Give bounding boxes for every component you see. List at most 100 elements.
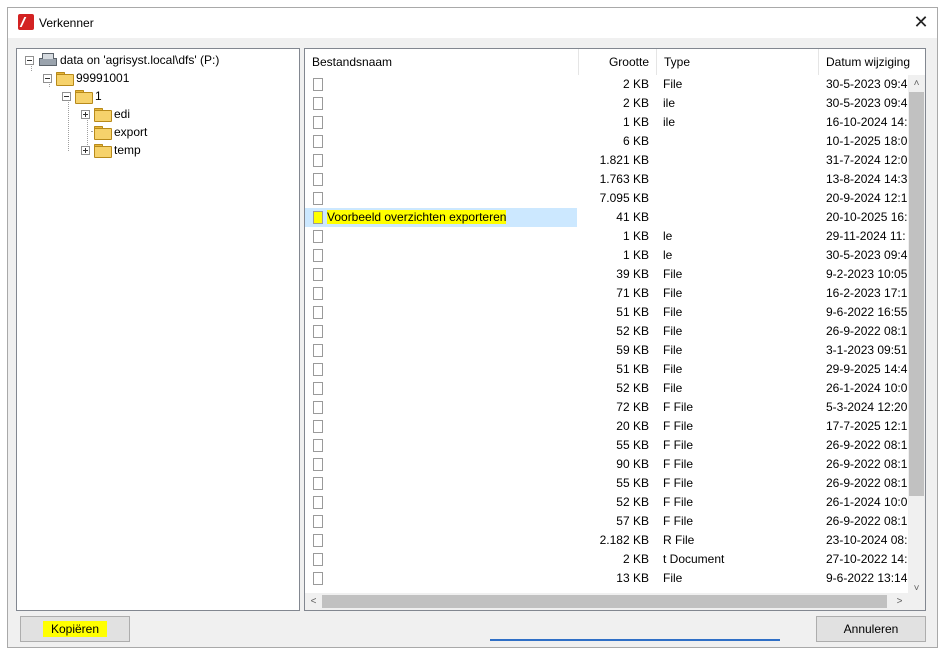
file-row[interactable]: 6 KB 10-1-2025 18:0 [305, 132, 925, 151]
file-type: le [663, 248, 673, 262]
file-name-cell [305, 455, 577, 474]
close-icon[interactable]: ✕ [913, 13, 929, 31]
file-row[interactable]: 13 KB File 9-6-2022 13:14 [305, 569, 925, 588]
file-row[interactable]: 2.182 KB R File 23-10-2024 08: [305, 531, 925, 550]
vertical-scrollbar[interactable]: ˄ ˅ [908, 75, 925, 597]
horizontal-scroll-thumb[interactable] [322, 595, 887, 608]
file-row[interactable]: 1.763 KB 13-8-2024 14:3 [305, 170, 925, 189]
file-name-cell [305, 189, 577, 208]
file-row[interactable]: 51 KB File 29-9-2025 14:4 [305, 360, 925, 379]
scroll-up-icon[interactable]: ˄ [908, 75, 925, 92]
file-row[interactable]: 20 KB F File 17-7-2025 12:1 [305, 417, 925, 436]
tree-item-1[interactable]: 1 [62, 87, 102, 105]
file-type: F File [663, 495, 693, 509]
cancel-button[interactable]: Annuleren [816, 616, 926, 642]
file-row[interactable]: 39 KB File 9-2-2023 10:05 [305, 265, 925, 284]
tree-item-label: 99991001 [76, 71, 130, 85]
file-row[interactable]: 1 KB le 29-11-2024 11: [305, 227, 925, 246]
file-row[interactable]: 55 KB F File 26-9-2022 08:1 [305, 474, 925, 493]
tree-item-drive[interactable]: data on 'agrisyst.local\dfs' (P:) [25, 51, 219, 69]
file-row[interactable]: 51 KB File 9-6-2022 16:55 [305, 303, 925, 322]
file-row[interactable]: 2 KB ile 30-5-2023 09:4 [305, 94, 925, 113]
expand-toggle-icon[interactable] [81, 145, 90, 155]
file-row[interactable]: 52 KB F File 26-1-2024 10:0 [305, 493, 925, 512]
file-icon [313, 97, 323, 110]
file-name-cell [305, 436, 577, 455]
file-size: 59 KB [616, 343, 649, 357]
file-row[interactable]: 1 KB ile 16-10-2024 14: [305, 113, 925, 132]
column-header-name[interactable]: Bestandsnaam [305, 49, 579, 75]
file-size: 90 KB [616, 457, 649, 471]
file-row[interactable]: 55 KB F File 26-9-2022 08:1 [305, 436, 925, 455]
file-list[interactable]: Bestandsnaam Grootte Type Datum wijzigin… [304, 48, 926, 611]
file-type [657, 189, 817, 208]
column-header-date[interactable]: Datum wijziging [819, 49, 925, 75]
file-size: 52 KB [616, 324, 649, 338]
file-row[interactable]: 72 KB F File 5-3-2024 12:20 [305, 398, 925, 417]
collapse-toggle-icon[interactable] [62, 91, 71, 101]
file-name-cell [305, 569, 577, 588]
file-icon [313, 135, 323, 148]
file-size: 72 KB [616, 400, 649, 414]
tree-item-export[interactable]: export [81, 123, 147, 141]
tree-item-label: data on 'agrisyst.local\dfs' (P:) [60, 53, 220, 67]
collapse-toggle-icon[interactable] [25, 55, 34, 65]
file-row[interactable]: 7.095 KB 20-9-2024 12:1 [305, 189, 925, 208]
file-row[interactable]: 71 KB File 16-2-2023 17:1 [305, 284, 925, 303]
file-name-cell [305, 322, 577, 341]
file-icon [313, 439, 323, 452]
file-size: 1.763 KB [599, 172, 649, 186]
file-icon [313, 515, 323, 528]
file-row[interactable]: 1 KB le 30-5-2023 09:4 [305, 246, 925, 265]
copy-button[interactable]: Kopiëren [20, 616, 130, 642]
file-row[interactable]: 2 KB File 30-5-2023 09:4 [305, 75, 925, 94]
file-row[interactable]: 59 KB File 3-1-2023 09:51 [305, 341, 925, 360]
scroll-right-icon[interactable]: > [891, 593, 908, 610]
file-size: 1 KB [622, 115, 649, 129]
horizontal-scrollbar[interactable]: < > [305, 593, 925, 610]
file-type: F File [663, 419, 693, 433]
file-size: 71 KB [616, 286, 649, 300]
tree-item-label: export [114, 125, 148, 139]
collapse-toggle-icon[interactable] [43, 73, 52, 83]
file-icon [313, 458, 323, 471]
file-row[interactable]: 2 KB t Document 27-10-2022 14: [305, 550, 925, 569]
file-icon [313, 325, 323, 338]
scroll-left-icon[interactable]: < [305, 593, 322, 610]
file-type: ile [663, 115, 676, 129]
file-type: File [663, 267, 683, 281]
file-name-cell [305, 474, 577, 493]
file-row[interactable]: 57 KB F File 26-9-2022 08:1 [305, 512, 925, 531]
column-header-size[interactable]: Grootte [579, 49, 657, 75]
vertical-scroll-thumb[interactable] [909, 92, 924, 496]
file-icon [313, 553, 323, 566]
file-type: File [663, 343, 683, 357]
file-row[interactable]: Voorbeeld overzichten exporteren 41 KB 20-… [305, 208, 925, 227]
expand-toggle-icon[interactable] [81, 109, 90, 119]
file-name-cell [305, 417, 577, 436]
tree-item-temp[interactable]: temp [81, 141, 141, 159]
file-type: F File [663, 476, 693, 490]
file-name-cell [305, 151, 577, 170]
folder-icon [94, 126, 112, 140]
folder-icon [75, 90, 93, 104]
file-size: 51 KB [616, 305, 649, 319]
folder-tree[interactable]: data on 'agrisyst.local\dfs' (P:) 999910… [16, 48, 300, 611]
file-type: File [663, 286, 683, 300]
file-row[interactable]: 52 KB File 26-9-2022 08:1 [305, 322, 925, 341]
file-icon [313, 496, 323, 509]
tree-item-99991001[interactable]: 99991001 [43, 69, 129, 87]
column-header-type[interactable]: Type [657, 49, 819, 75]
file-type: F File [663, 514, 693, 528]
file-row[interactable]: 90 KB F File 26-9-2022 08:1 [305, 455, 925, 474]
file-size: 6 KB [622, 134, 649, 148]
file-row[interactable]: 52 KB File 26-1-2024 10:0 [305, 379, 925, 398]
tree-item-edi[interactable]: edi [81, 105, 130, 123]
file-size: 1 KB [622, 248, 649, 262]
file-icon [313, 211, 323, 224]
folder-icon [94, 108, 112, 122]
file-icon [313, 420, 323, 433]
file-row[interactable]: 1.821 KB 31-7-2024 12:0 [305, 151, 925, 170]
file-size: 2.182 KB [599, 533, 649, 547]
file-name-cell [305, 170, 577, 189]
